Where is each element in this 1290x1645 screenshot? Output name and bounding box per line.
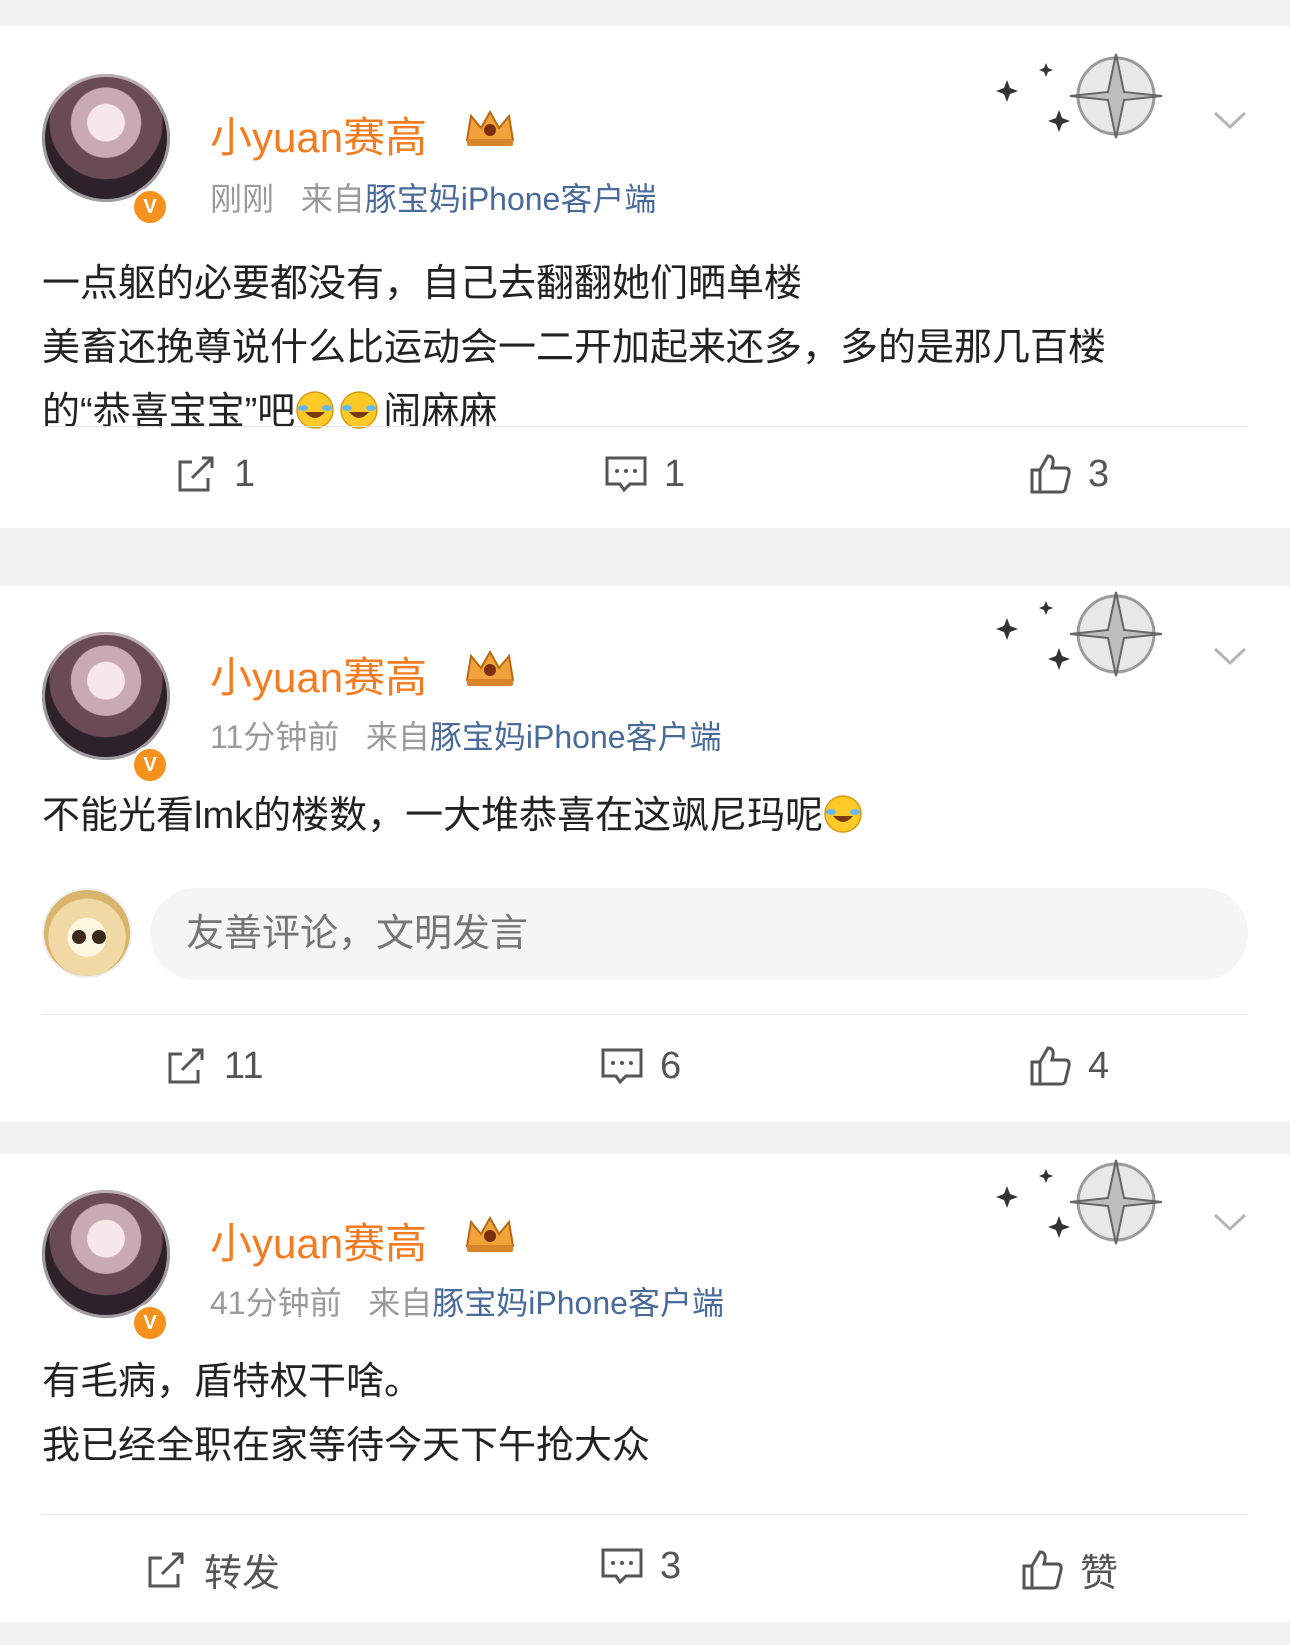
- username[interactable]: 小yuan赛高: [210, 104, 427, 165]
- repost-icon: [148, 1552, 184, 1587]
- divider: [42, 1514, 1248, 1515]
- comment-button[interactable]: 3: [598, 1542, 681, 1590]
- chevron-down-icon[interactable]: [1212, 1210, 1248, 1234]
- source-link[interactable]: 豚宝妈iPhone客户端: [432, 1285, 724, 1321]
- verified-icon: V: [131, 746, 169, 784]
- post-meta: 41分钟前 来自豚宝妈iPhone客户端: [210, 1278, 724, 1324]
- comment-count: 6: [660, 1044, 682, 1087]
- my-avatar[interactable]: [42, 888, 132, 978]
- comment-icon: [601, 1548, 643, 1585]
- post-body: 不能光看lmk的楼数，一大堆恭喜在这飒尼玛呢: [42, 784, 1252, 848]
- repost-count: 1: [234, 452, 256, 495]
- post-meta: 11分钟前 来自豚宝妈iPhone客户端: [210, 712, 722, 758]
- username[interactable]: 小yuan赛高: [210, 1210, 427, 1271]
- card-decoration: [996, 53, 1163, 139]
- like-count: 4: [1088, 1044, 1110, 1087]
- emoji-cry-laugh-icon: [340, 391, 379, 429]
- feed: V 小yuan赛高 刚刚 来自豚宝妈iPhone客户端 一点躯的必要都没有，自己…: [0, 0, 1290, 1645]
- repost-label: 转发: [204, 1553, 281, 1595]
- post-line: 不能光看lmk的楼数，一大堆恭喜在这飒尼玛呢: [42, 784, 1252, 848]
- like-count: 3: [1088, 452, 1110, 495]
- repost-button[interactable]: 1: [172, 450, 255, 498]
- post-line: 一点躯的必要都没有，自己去翻翻她们晒单楼: [42, 263, 803, 305]
- comment-button[interactable]: 6: [598, 1042, 681, 1090]
- emoji-cry-laugh-icon: [824, 795, 862, 833]
- chevron-down-icon[interactable]: [1212, 644, 1248, 668]
- repost-count: 11: [224, 1044, 264, 1087]
- like-button[interactable]: 4: [1026, 1042, 1109, 1090]
- post-line: 我已经全职在家等待今天下午抢大众: [42, 1425, 651, 1467]
- repost-button[interactable]: 转发: [142, 1542, 280, 1597]
- like-button[interactable]: 赞: [1018, 1542, 1118, 1597]
- source-prefix: 来自: [365, 719, 430, 755]
- source-link[interactable]: 豚宝妈iPhone客户端: [365, 181, 657, 217]
- post-time: 刚刚: [210, 181, 275, 217]
- post-card: V 小yuan赛高 41分钟前 来自豚宝妈iPhone客户端 有毛病，盾特权干啥…: [0, 1154, 1290, 1622]
- comment-input[interactable]: [150, 888, 1248, 980]
- crown-icon: [465, 1215, 515, 1252]
- avatar[interactable]: [42, 632, 170, 760]
- card-decoration: [996, 1159, 1163, 1245]
- source-prefix: 来自: [368, 1285, 433, 1321]
- post-card: V 小yuan赛高 刚刚 来自豚宝妈iPhone客户端 一点躯的必要都没有，自己…: [0, 26, 1290, 528]
- like-label: 赞: [1080, 1553, 1119, 1595]
- like-icon: [1030, 1046, 1071, 1086]
- comment-count: 3: [660, 1544, 682, 1587]
- repost-icon: [178, 456, 214, 492]
- like-icon: [1030, 454, 1071, 494]
- verified-icon: V: [131, 188, 169, 226]
- repost-button[interactable]: 11: [162, 1042, 263, 1090]
- divider: [42, 1014, 1248, 1015]
- source-link[interactable]: 豚宝妈iPhone客户端: [430, 719, 722, 755]
- like-icon: [1022, 1549, 1063, 1589]
- crown-icon: [465, 109, 515, 146]
- like-button[interactable]: 3: [1026, 450, 1109, 498]
- post-card: V 小yuan赛高 11分钟前 来自豚宝妈iPhone客户端 不能光看lmk的楼…: [0, 586, 1290, 1122]
- post-time: 41分钟前: [210, 1285, 342, 1321]
- avatar[interactable]: [42, 1190, 170, 1318]
- post-body: 有毛病，盾特权干啥。 我已经全职在家等待今天下午抢大众: [42, 1350, 1252, 1478]
- post-line: 有毛病，盾特权干啥。: [42, 1361, 423, 1403]
- post-line: 的“恭喜宝宝”吧 闹麻麻: [42, 380, 1252, 444]
- comment-button[interactable]: 1: [602, 450, 685, 498]
- chevron-down-icon[interactable]: [1212, 108, 1248, 132]
- post-line: 美畜还挽尊说什么比运动会一二开加起来还多，多的是那几百楼: [42, 327, 1107, 369]
- verified-icon: V: [131, 1304, 169, 1342]
- post-time: 11分钟前: [210, 719, 340, 755]
- divider: [42, 426, 1248, 427]
- emoji-cry-laugh-icon: [296, 391, 335, 429]
- avatar[interactable]: [42, 74, 170, 202]
- username[interactable]: 小yuan赛高: [210, 644, 427, 705]
- comment-bar: [42, 888, 1248, 980]
- crown-icon: [465, 649, 515, 686]
- comment-icon: [601, 1048, 643, 1085]
- comment-count: 1: [664, 452, 686, 495]
- post-body: 一点躯的必要都没有，自己去翻翻她们晒单楼 美畜还挽尊说什么比运动会一二开加起来还…: [42, 252, 1252, 444]
- post-line-text: 不能光看lmk的楼数，一大堆恭喜在这飒尼玛呢: [42, 795, 824, 837]
- repost-icon: [168, 1048, 204, 1084]
- source-prefix: 来自: [300, 181, 365, 217]
- card-decoration: [996, 591, 1163, 677]
- comment-icon: [605, 456, 647, 493]
- post-meta: 刚刚 来自豚宝妈iPhone客户端: [210, 174, 656, 220]
